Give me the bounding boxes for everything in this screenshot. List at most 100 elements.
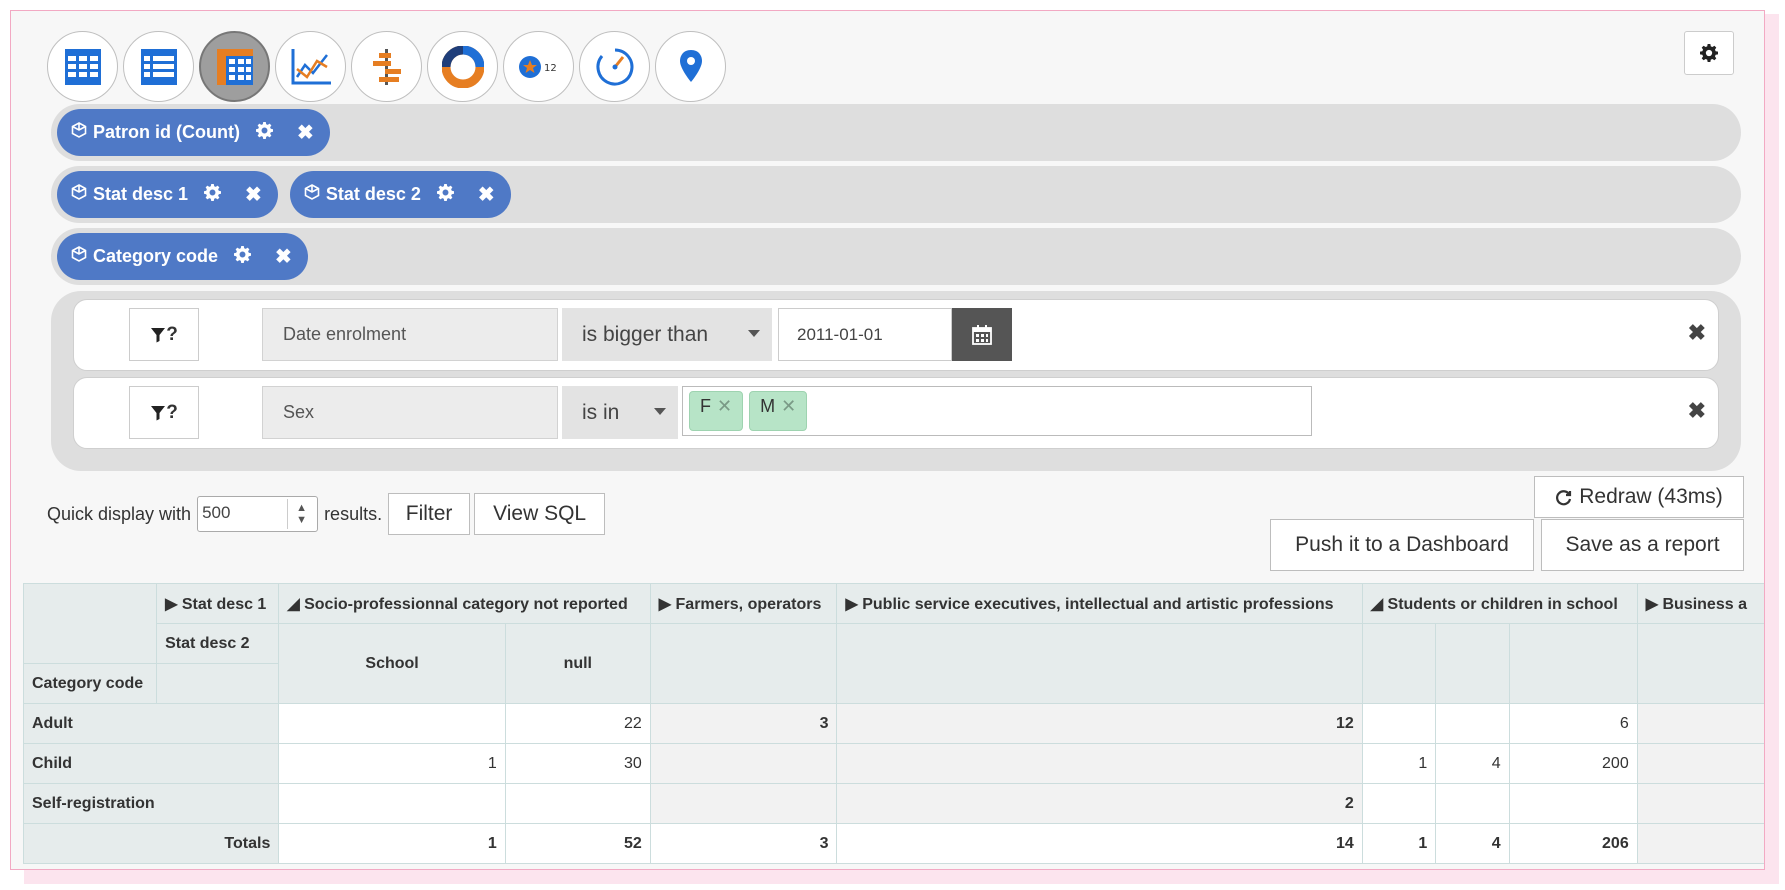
remove-filter-icon[interactable]: ✖ [1688, 320, 1706, 346]
table-cell: 30 [504, 743, 651, 784]
table-cell [649, 743, 838, 784]
col-attr-toggle[interactable]: ▶ Stat desc 1 [156, 583, 280, 624]
table-type-button[interactable] [47, 31, 118, 102]
col-group-header[interactable]: ◢ Socio-professionnal category not repor… [278, 583, 651, 624]
value-pill[interactable]: Patron id (Count) ✖ [57, 109, 330, 156]
pill-remove-icon[interactable]: ✖ [297, 123, 314, 143]
pivot-table-type-button[interactable] [199, 31, 270, 102]
filter-operator-select[interactable]: is bigger than [562, 308, 772, 361]
column-pill[interactable]: Stat desc 2 ✖ [289, 171, 511, 218]
map-marker-icon [679, 49, 702, 82]
table-cell: 2 [836, 783, 1363, 824]
table-cell [649, 783, 838, 824]
pill-gear-icon[interactable] [204, 183, 222, 206]
filter-date-input[interactable]: 2011-01-01 [778, 308, 952, 361]
row-attr-label: Category code [23, 663, 158, 704]
table-row: Adult 22 3 12 6 [23, 703, 1764, 744]
quick-display-control: Quick display with 500 ▲ ▼ results. Filte… [47, 493, 606, 535]
line-chart-icon [291, 48, 331, 84]
settings-button[interactable] [1684, 31, 1734, 75]
filter-tag: F ✕ [689, 391, 744, 431]
table-cell [1636, 743, 1764, 784]
cube-icon [71, 122, 87, 143]
pill-gear-icon[interactable] [234, 245, 252, 268]
cube-icon [71, 184, 87, 205]
tag-remove-icon[interactable]: ✕ [781, 396, 796, 417]
col-group-header[interactable]: ▶ Farmers, operators [649, 583, 838, 624]
rows-drop-zone[interactable]: Category code ✖ [51, 228, 1741, 285]
pill-remove-icon[interactable]: ✖ [275, 247, 292, 267]
pill-gear-icon[interactable] [255, 121, 273, 144]
filter-field[interactable]: Sex [262, 386, 558, 439]
filter-operator-select[interactable]: is in [562, 386, 678, 439]
redraw-button[interactable]: Redraw (43ms) [1534, 476, 1744, 518]
filter-tag-input[interactable]: F ✕ M ✕ [682, 386, 1312, 436]
calendar-button[interactable] [952, 308, 1012, 361]
donut-chart-type-button[interactable] [427, 31, 498, 102]
table-cell [278, 703, 506, 744]
table-cell [1361, 783, 1437, 824]
number-badge-icon: 12 [518, 55, 557, 78]
table-cell: 4 [1435, 743, 1510, 784]
col-sub-header [836, 623, 1363, 704]
pill-gear-icon[interactable] [436, 183, 454, 206]
gear-icon [1700, 44, 1718, 62]
columns-drop-zone[interactable]: Stat desc 1 ✖ Stat desc 2 ✖ [51, 166, 1741, 223]
tag-remove-icon[interactable]: ✕ [717, 396, 732, 417]
view-sql-button[interactable]: View SQL [474, 493, 606, 535]
row-header: Child [23, 743, 280, 784]
col-sub-header [1435, 623, 1510, 704]
filter-button[interactable]: Filter [388, 493, 471, 535]
bar-chart-type-button[interactable] [351, 31, 422, 102]
pivot-table-icon [216, 48, 253, 85]
filter-tag: M ✕ [749, 391, 808, 431]
filter-mode-button[interactable]: ? [129, 308, 199, 361]
line-chart-type-button[interactable] [275, 31, 346, 102]
svg-text:12: 12 [544, 63, 557, 74]
row-header: Adult [23, 703, 280, 744]
table-cell [1508, 783, 1638, 824]
table-cell [1435, 703, 1510, 744]
row-pill[interactable]: Category code ✖ [57, 233, 308, 280]
total-cell: 3 [649, 823, 838, 864]
col-group-header[interactable]: ◢ Students or children in school [1361, 583, 1638, 624]
table-row: Self-registration 2 [23, 783, 1764, 824]
value-pill-label: Patron id (Count) [93, 122, 240, 142]
map-type-button[interactable] [655, 31, 726, 102]
stepper-icon[interactable]: ▲ ▼ [287, 499, 315, 529]
col-sub-header: School [278, 623, 506, 704]
total-cell: 1 [1361, 823, 1437, 864]
results-count-input[interactable]: 500 ▲ ▼ [197, 496, 319, 532]
bar-chart-icon [372, 48, 401, 85]
table-cell [1636, 783, 1764, 824]
pill-remove-icon[interactable]: ✖ [245, 185, 262, 205]
column-pill-label: Stat desc 2 [325, 184, 421, 204]
col-sub-header [1508, 623, 1638, 704]
col-group-header[interactable]: ▶ Public service executives, intellectua… [836, 583, 1363, 624]
save-report-button[interactable]: Save as a report [1541, 519, 1744, 571]
table-cell: 22 [504, 703, 651, 744]
table-cell: 6 [1508, 703, 1638, 744]
number-type-button[interactable]: 12 [503, 31, 574, 102]
column-pill-label: Stat desc 1 [93, 184, 189, 204]
gauge-icon [596, 48, 633, 85]
column-pill[interactable]: Stat desc 1 ✖ [57, 171, 278, 218]
pill-remove-icon[interactable]: ✖ [478, 185, 495, 205]
remove-filter-icon[interactable]: ✖ [1688, 398, 1706, 424]
table-cell: 1 [278, 743, 506, 784]
col-group-header[interactable]: ▶ Business a [1636, 583, 1764, 624]
pivot-builder-panel: 12 Patron id (Count) ✖ Stat desc 1 ✖ Sta… [10, 10, 1765, 870]
list-table-type-button[interactable] [123, 31, 194, 102]
values-drop-zone[interactable]: Patron id (Count) ✖ [51, 104, 1741, 161]
cube-icon [71, 246, 87, 267]
filter-field[interactable]: Date enrolment [262, 308, 558, 361]
donut-chart-icon [441, 45, 484, 88]
gauge-type-button[interactable] [579, 31, 650, 102]
total-cell: 14 [836, 823, 1363, 864]
push-dashboard-button[interactable]: Push it to a Dashboard [1270, 519, 1534, 571]
pivot-table: ▶ Stat desc 1 ◢ Socio-professionnal cate… [23, 583, 1764, 864]
filter-mode-button[interactable]: ? [129, 386, 199, 439]
chevron-down-icon [748, 330, 760, 337]
funnel-icon [151, 327, 166, 342]
refresh-icon [1556, 490, 1572, 506]
